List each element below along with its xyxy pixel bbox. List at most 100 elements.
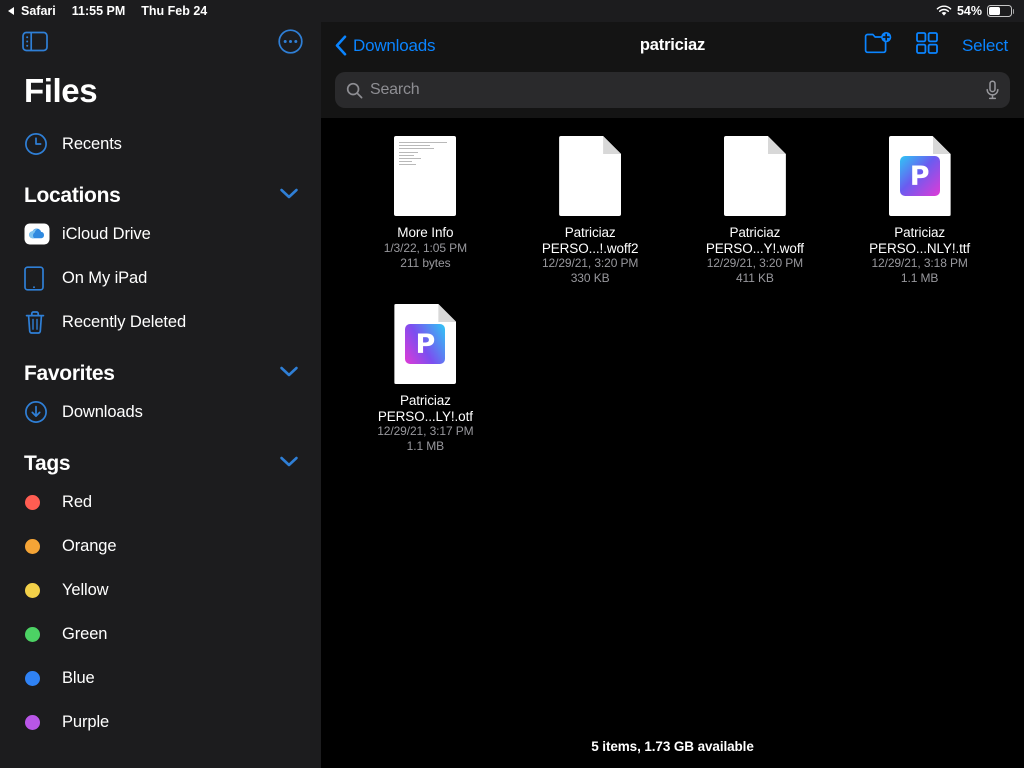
content-area: Downloads patriciaz	[321, 22, 1024, 768]
sidebar-item-label: Purple	[62, 713, 109, 732]
picsart-p-icon: P	[405, 324, 445, 364]
sidebar-item-tag-yellow[interactable]: Yellow	[0, 568, 321, 612]
file-item[interactable]: P Patriciaz PERSO...LY!.otf 12/29/21, 3:…	[343, 302, 508, 454]
status-bar-right: 54%	[936, 4, 1012, 18]
sidebar-item-downloads[interactable]: Downloads	[0, 390, 321, 434]
sidebar-item-tag-blue[interactable]: Blue	[0, 656, 321, 700]
section-title: Tags	[24, 452, 70, 476]
new-folder-icon[interactable]	[864, 31, 892, 60]
sidebar-item-label: Red	[62, 493, 92, 512]
file-date: 12/29/21, 3:20 PM	[542, 256, 638, 271]
search-icon	[346, 82, 363, 99]
document-icon	[724, 136, 786, 216]
search-container: Search	[321, 69, 1024, 118]
file-thumbnail	[559, 136, 621, 216]
file-item[interactable]: Patriciaz PERSO...!.woff2 12/29/21, 3:20…	[508, 134, 673, 286]
tag-color-dot	[24, 671, 54, 686]
file-grid: More Info 1/3/22, 1:05 PM 211 bytes Patr…	[321, 118, 1024, 768]
tag-color-dot	[24, 539, 54, 554]
status-date: Thu Feb 24	[141, 4, 207, 18]
sidebar-item-icloud-drive[interactable]: iCloud Drive	[0, 212, 321, 256]
navigation-bar: Downloads patriciaz	[321, 22, 1024, 69]
sidebar: Files Recents Locations	[0, 22, 321, 768]
tag-color-dot	[24, 715, 54, 730]
tag-color-dot	[24, 583, 54, 598]
sidebar-section-tags[interactable]: Tags	[0, 434, 321, 480]
more-circle-icon[interactable]	[278, 29, 303, 59]
file-item[interactable]: More Info 1/3/22, 1:05 PM 211 bytes	[343, 134, 508, 286]
sidebar-item-label: Downloads	[62, 403, 143, 422]
back-button[interactable]: Downloads	[335, 35, 435, 56]
wifi-icon	[936, 5, 952, 17]
app-body: Files Recents Locations	[0, 22, 1024, 768]
sidebar-item-on-my-ipad[interactable]: On My iPad	[0, 256, 321, 300]
sidebar-item-label: Yellow	[62, 581, 109, 600]
file-date: 12/29/21, 3:18 PM	[871, 256, 967, 271]
tag-color-dot	[24, 627, 54, 642]
file-size: 330 KB	[571, 271, 610, 286]
file-size: 1.1 MB	[901, 271, 938, 286]
sidebar-item-label: Blue	[62, 669, 95, 688]
file-thumbnail: P	[394, 304, 456, 384]
sidebar-item-tag-red[interactable]: Red	[0, 480, 321, 524]
clock-icon	[24, 132, 54, 156]
ipad-icon	[24, 266, 54, 291]
back-label: Downloads	[353, 36, 435, 56]
file-date: 12/29/21, 3:20 PM	[707, 256, 803, 271]
sidebar-toggle-icon[interactable]	[22, 31, 48, 57]
file-size: 1.1 MB	[407, 439, 444, 454]
sidebar-item-label: Recents	[62, 135, 122, 154]
back-triangle-icon[interactable]	[8, 7, 14, 15]
grid-view-icon[interactable]	[915, 31, 939, 60]
file-size: 211 bytes	[400, 256, 450, 271]
sidebar-item-label: iCloud Drive	[62, 225, 151, 244]
icloud-drive-icon	[24, 221, 54, 247]
sidebar-item-label: Orange	[62, 537, 116, 556]
sidebar-section-favorites[interactable]: Favorites	[0, 344, 321, 390]
battery-percent-label: 54%	[957, 4, 982, 18]
nav-actions: Select	[864, 31, 1008, 60]
section-title: Favorites	[24, 362, 115, 386]
sidebar-item-recents[interactable]: Recents	[0, 122, 321, 166]
sidebar-item-recently-deleted[interactable]: Recently Deleted	[0, 300, 321, 344]
document-icon	[559, 136, 621, 216]
sidebar-item-tag-purple[interactable]: Purple	[0, 700, 321, 744]
search-bar[interactable]: Search	[335, 72, 1010, 108]
sidebar-item-tag-green[interactable]: Green	[0, 612, 321, 656]
section-title: Locations	[24, 184, 120, 208]
file-name: Patriciaz PERSO...NLY!.ttf	[854, 225, 986, 256]
file-date: 1/3/22, 1:05 PM	[384, 241, 467, 256]
file-name: Patriciaz PERSO...!.woff2	[524, 225, 656, 256]
sidebar-section-locations[interactable]: Locations	[0, 166, 321, 212]
files-app-screen: Safari 11:55 PM Thu Feb 24 54%	[0, 0, 1024, 768]
file-item[interactable]: Patriciaz PERSO...Y!.woff 12/29/21, 3:20…	[673, 134, 838, 286]
file-name: Patriciaz PERSO...LY!.otf	[359, 393, 491, 424]
file-name: More Info	[397, 225, 453, 241]
chevron-down-icon[interactable]	[279, 365, 299, 383]
tag-color-dot	[24, 495, 54, 510]
download-circle-icon	[24, 400, 54, 424]
select-button[interactable]: Select	[962, 36, 1008, 56]
microphone-icon[interactable]	[985, 80, 1000, 100]
file-thumbnail	[394, 136, 456, 216]
page-title: Files	[0, 66, 321, 122]
file-name: Patriciaz PERSO...Y!.woff	[689, 225, 821, 256]
search-input[interactable]: Search	[370, 81, 985, 99]
file-item[interactable]: P Patriciaz PERSO...NLY!.ttf 12/29/21, 3…	[837, 134, 1002, 286]
status-bar: Safari 11:55 PM Thu Feb 24 54%	[0, 0, 1024, 22]
chevron-down-icon[interactable]	[279, 187, 299, 205]
file-date: 12/29/21, 3:17 PM	[377, 424, 473, 439]
picsart-p-icon: P	[900, 156, 940, 196]
sidebar-item-label: Green	[62, 625, 107, 644]
status-back-app-label[interactable]: Safari	[21, 4, 56, 18]
status-footer: 5 items, 1.73 GB available	[321, 739, 1024, 754]
chevron-down-icon[interactable]	[279, 455, 299, 473]
status-time: 11:55 PM	[72, 4, 126, 18]
document-icon	[394, 136, 456, 216]
file-size: 411 KB	[736, 271, 774, 286]
chevron-left-icon	[335, 35, 347, 56]
sidebar-item-label: Recently Deleted	[62, 313, 186, 332]
sidebar-item-label: On My iPad	[62, 269, 147, 288]
trash-icon	[24, 310, 54, 335]
sidebar-item-tag-orange[interactable]: Orange	[0, 524, 321, 568]
